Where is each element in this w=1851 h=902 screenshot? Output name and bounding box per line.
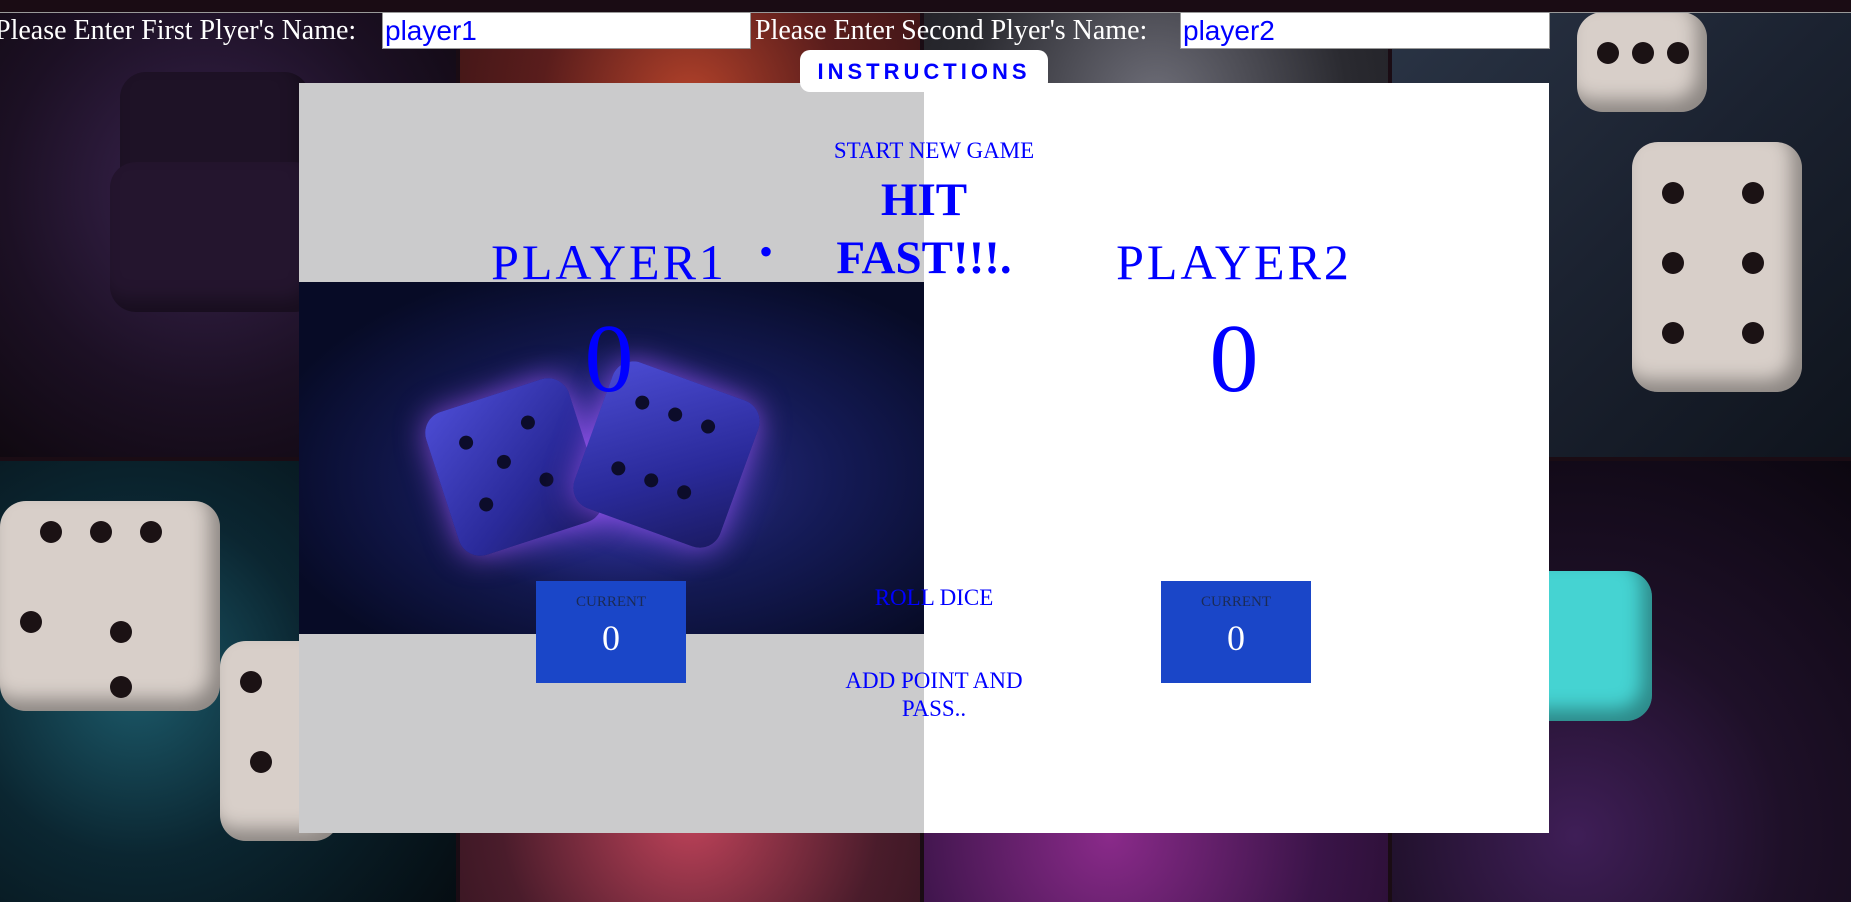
player2-score: 0	[1209, 305, 1259, 413]
roll-dice-button[interactable]: ROLL DICE	[869, 585, 999, 611]
player2-current-score: 0	[1227, 618, 1245, 658]
second-player-name-input[interactable]: player2	[1180, 12, 1550, 49]
new-game-button[interactable]: START NEW GAME	[819, 138, 1049, 164]
player1-name: PLAYER1	[491, 234, 727, 290]
game-board: PLAYER1 • 0 PLAYER2 0 CURRENT 0 CURRENT …	[299, 83, 1549, 833]
hold-button[interactable]: ADD POINT AND PASS..	[819, 667, 1049, 723]
bg-die	[0, 501, 220, 711]
bg-die	[110, 162, 320, 312]
player2-current-label: CURRENT	[1200, 594, 1271, 610]
name-entry-bar: Please Enter First Plyer's Name: player1…	[0, 12, 1851, 50]
first-player-name-label: Please Enter First Plyer's Name:	[0, 15, 357, 46]
player1-current-score: 0	[602, 618, 620, 658]
second-player-name-label: Please Enter Second Plyer's Name:	[755, 15, 1148, 46]
first-player-name-input[interactable]: player1	[382, 12, 751, 49]
player1-score: 0	[584, 305, 634, 413]
player1-current-box: CURRENT 0	[536, 581, 686, 683]
player2-name: PLAYER2	[1116, 234, 1352, 290]
tagline: HIT FAST!!!.	[836, 174, 1012, 284]
active-player-indicator: •	[759, 229, 774, 274]
instructions-button[interactable]: INSTRUCTIONS	[800, 50, 1048, 92]
player2-current-box: CURRENT 0	[1161, 581, 1311, 683]
bg-die	[1632, 142, 1802, 392]
player1-current-label: CURRENT	[575, 594, 646, 610]
